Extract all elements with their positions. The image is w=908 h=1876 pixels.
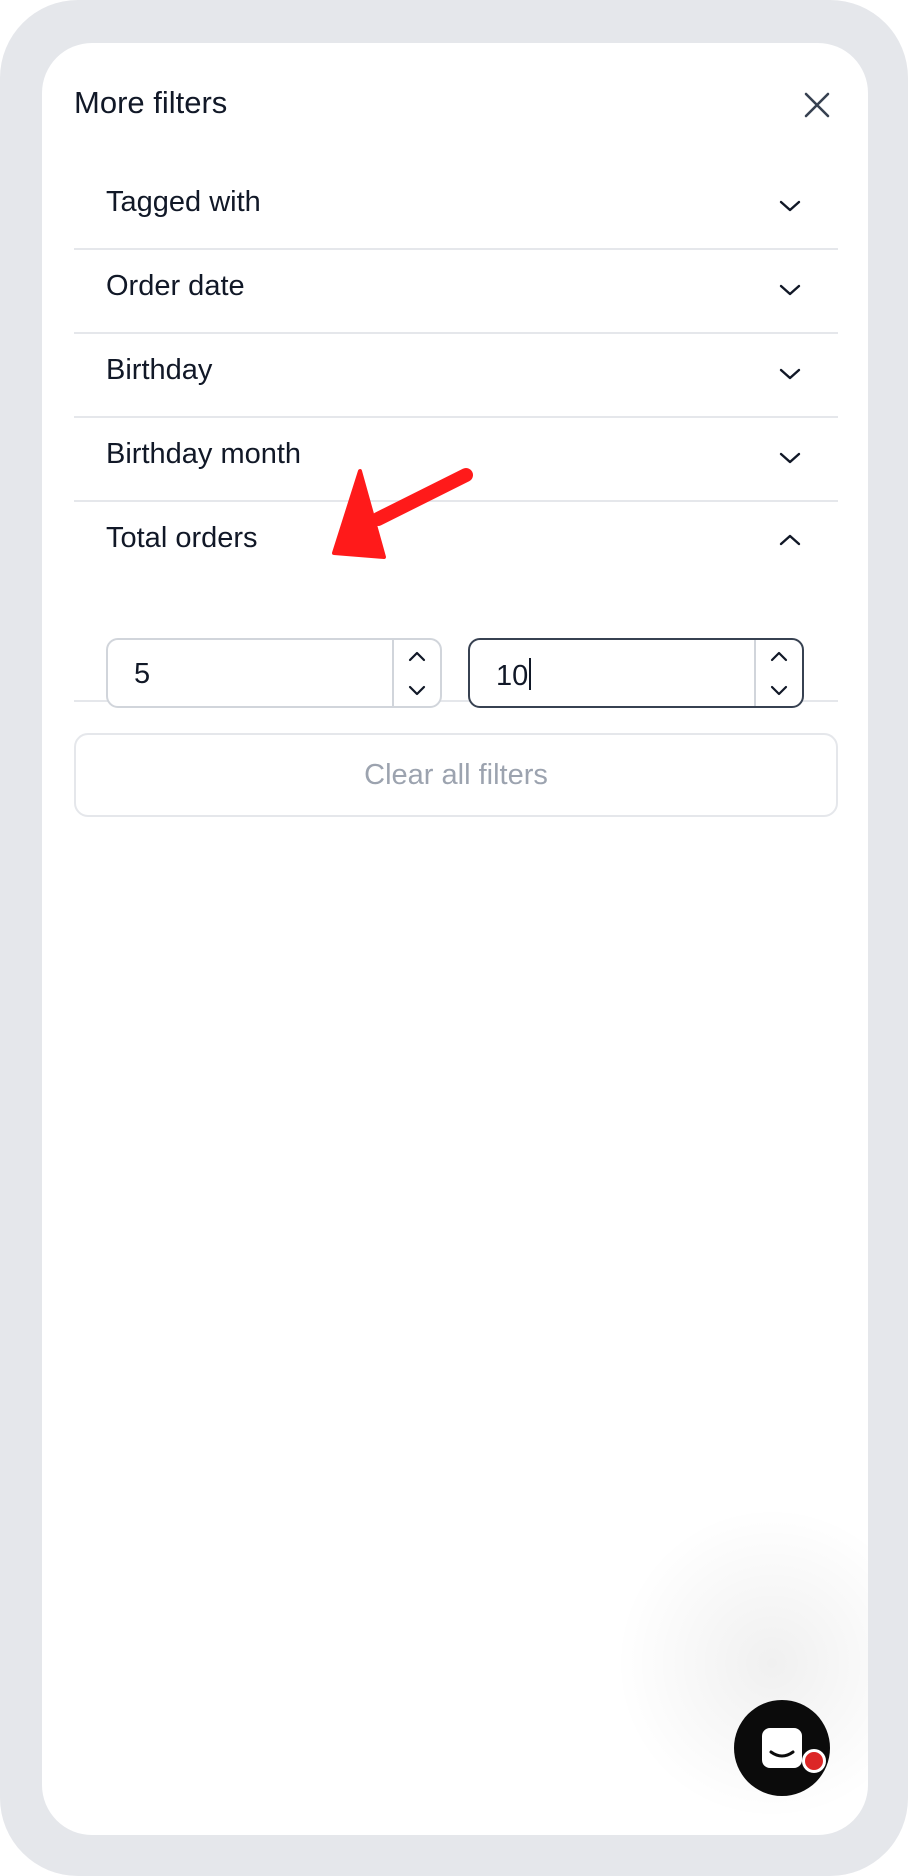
text-caret	[529, 658, 532, 690]
filters-panel: More filters Tagged with Order date Birt…	[42, 43, 868, 1835]
min-orders-input[interactable]: 5	[106, 638, 442, 708]
chevron-down-icon	[779, 284, 801, 296]
filter-label: Birthday month	[106, 438, 302, 470]
close-button[interactable]	[797, 85, 837, 125]
max-orders-stepper	[754, 640, 802, 706]
min-orders-decrement[interactable]	[394, 673, 440, 706]
chevron-up-icon	[779, 534, 801, 546]
min-orders-increment[interactable]	[394, 640, 440, 673]
chevron-down-icon	[770, 685, 788, 695]
chevron-down-icon	[779, 452, 801, 464]
chevron-down-icon	[779, 368, 801, 380]
filter-label: Tagged with	[106, 186, 261, 218]
close-icon	[804, 92, 830, 118]
max-orders-increment[interactable]	[756, 640, 802, 673]
chevron-down-icon	[408, 685, 426, 695]
red-arrow-annotation	[332, 468, 473, 559]
panel-title: More filters	[74, 85, 228, 120]
chat-shadow	[602, 1493, 868, 1833]
notification-dot	[802, 1749, 826, 1773]
clear-all-filters-button[interactable]: Clear all filters	[74, 733, 838, 817]
max-orders-decrement[interactable]	[756, 673, 802, 706]
chevron-up-icon	[408, 651, 426, 661]
filter-label: Birthday	[106, 354, 213, 386]
chevron-up-icon	[770, 651, 788, 661]
max-orders-text: 10	[496, 660, 529, 692]
min-orders-value: 5	[134, 658, 151, 690]
filter-order-date[interactable]: Order date	[74, 250, 838, 334]
max-orders-input[interactable]: 10	[468, 638, 804, 708]
filter-tagged-with[interactable]: Tagged with	[74, 166, 838, 250]
chevron-down-icon	[779, 200, 801, 212]
device-frame: More filters Tagged with Order date Birt…	[0, 0, 908, 1876]
min-orders-stepper	[392, 640, 440, 706]
filter-label: Total orders	[106, 522, 258, 554]
max-orders-value: 10	[496, 658, 532, 693]
filter-label: Order date	[106, 270, 245, 302]
filter-birthday[interactable]: Birthday	[74, 334, 838, 418]
chat-launcher-button[interactable]	[734, 1700, 830, 1796]
chat-icon	[762, 1728, 802, 1768]
